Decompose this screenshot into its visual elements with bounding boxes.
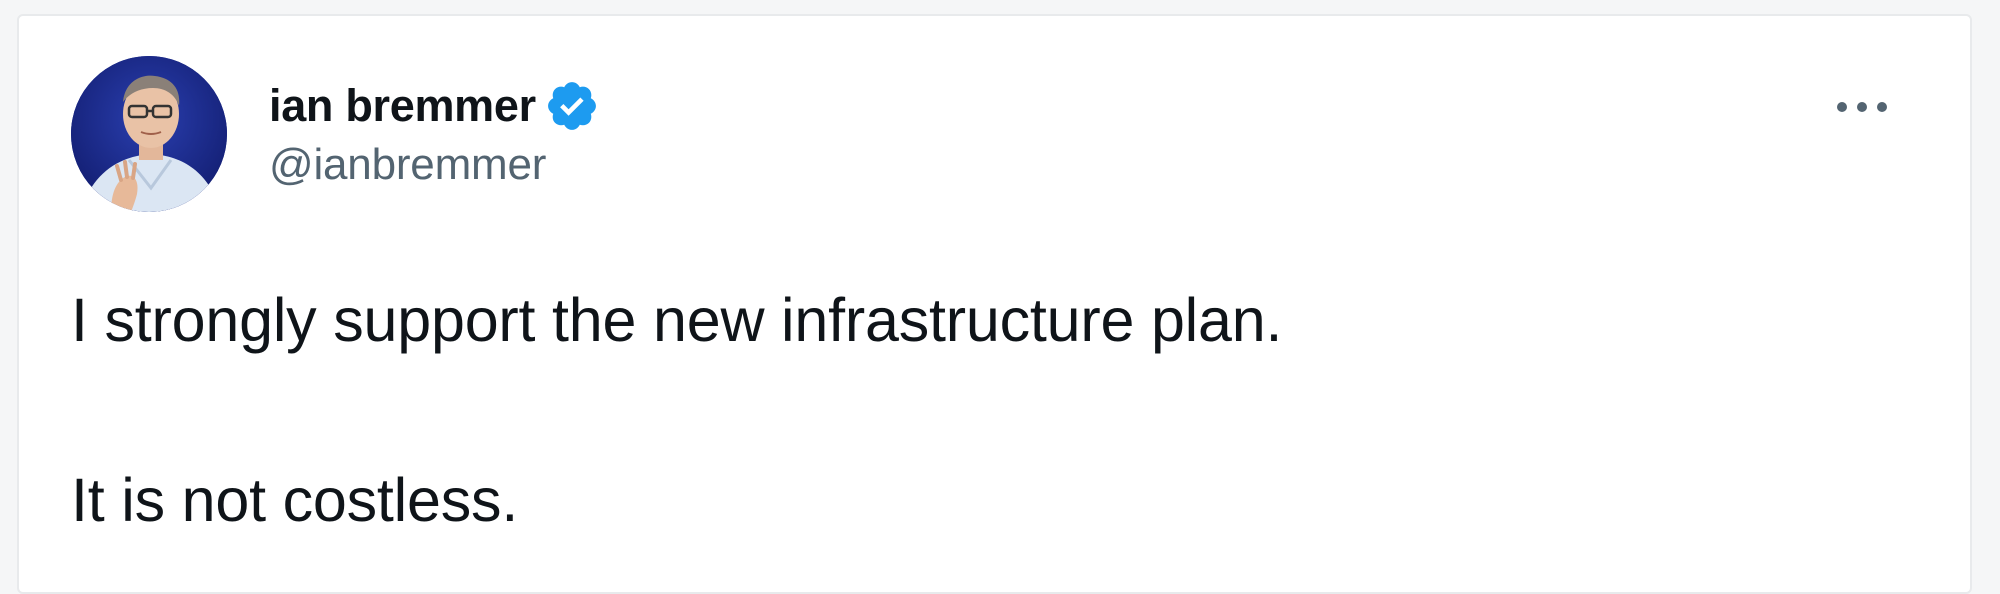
user-handle[interactable]: @ianbremmer bbox=[269, 140, 600, 190]
tweet-text: I strongly support the new infrastructur… bbox=[71, 284, 1910, 536]
avatar-image bbox=[71, 56, 227, 212]
user-info[interactable]: ian bremmer @ianbremmer bbox=[269, 78, 600, 190]
tweet-text-line: I strongly support the new infrastructur… bbox=[71, 286, 1283, 354]
name-row: ian bremmer bbox=[269, 78, 600, 134]
tweet-card[interactable]: ian bremmer @ianbremmer I strongly suppo… bbox=[17, 14, 1972, 594]
verified-badge-icon bbox=[544, 78, 600, 134]
display-name[interactable]: ian bremmer bbox=[269, 80, 536, 132]
tweet-header: ian bremmer @ianbremmer bbox=[71, 56, 1930, 216]
more-options-icon[interactable] bbox=[1832, 94, 1892, 120]
avatar[interactable] bbox=[71, 56, 227, 212]
tweet-text-line: It is not costless. bbox=[71, 466, 519, 534]
